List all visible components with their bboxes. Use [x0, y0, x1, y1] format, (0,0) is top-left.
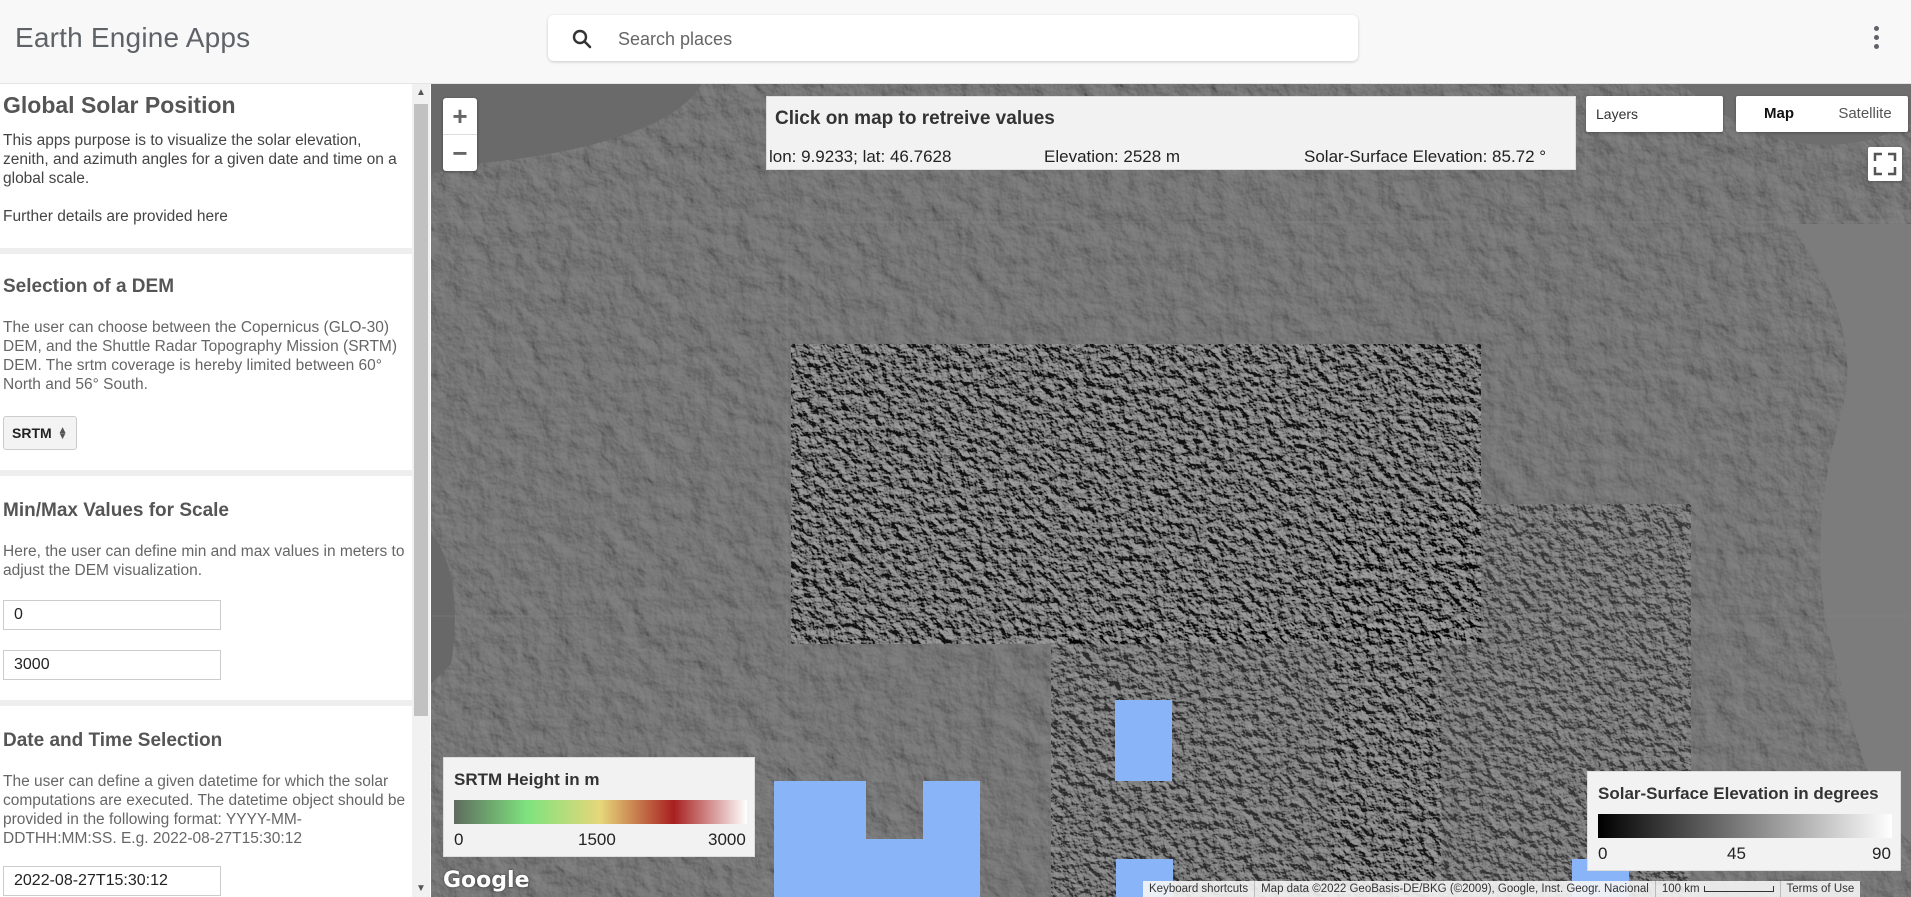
scrollbar-thumb[interactable]: [414, 104, 428, 716]
minmax-heading: Min/Max Values for Scale: [3, 500, 229, 521]
scroll-up-icon[interactable]: ▲: [416, 87, 426, 98]
dem-legend-tick-mid: 1500: [578, 830, 616, 849]
sidebar-scrollbar[interactable]: ▲ ▼: [412, 84, 430, 897]
terms-of-use-link[interactable]: Terms of Use: [1781, 881, 1861, 897]
solar-legend-tick-max: 90: [1872, 844, 1891, 863]
details-link[interactable]: Further details are provided here: [3, 207, 409, 226]
sidebar-content: Global Solar Position This apps purpose …: [0, 84, 412, 897]
map-data-text: Map data ©2022 GeoBasis-DE/BKG (©2009), …: [1255, 881, 1656, 897]
fullscreen-icon: [1873, 152, 1897, 176]
dem-legend-tick-max: 3000: [708, 830, 746, 849]
zoom-control: + −: [443, 98, 477, 171]
dem-section: Selection of a DEM The user can choose b…: [0, 254, 412, 476]
min-value-input[interactable]: [3, 600, 221, 630]
scale-label: 100 km: [1661, 883, 1700, 895]
dem-select-value: SRTM: [12, 425, 52, 441]
app-heading: Global Solar Position: [3, 92, 236, 118]
search-box[interactable]: [548, 15, 1358, 63]
dem-legend-tick-min: 0: [454, 830, 464, 849]
max-value-input[interactable]: [3, 650, 221, 680]
elevation-readout: Elevation: 2528 m: [1044, 147, 1181, 166]
more-options-icon[interactable]: [1868, 26, 1884, 52]
map-attribution: Keyboard shortcuts Map data ©2022 GeoBas…: [1143, 881, 1861, 897]
info-title: Click on map to retreive values: [775, 108, 1055, 129]
sidebar-panel: Global Solar Position This apps purpose …: [0, 84, 430, 897]
datetime-description: The user can define a given datetime for…: [3, 773, 406, 847]
search-icon[interactable]: [570, 27, 594, 51]
solar-elevation-readout: Solar-Surface Elevation: 85.72 °: [1304, 147, 1547, 166]
scale-indicator[interactable]: 100 km: [1656, 881, 1781, 897]
solar-legend-tick-mid: 45: [1727, 844, 1746, 863]
dem-legend-colorbar: [454, 800, 747, 824]
google-logo[interactable]: Google: [443, 868, 530, 893]
dem-select[interactable]: SRTM ▲ ▼: [3, 416, 77, 450]
dem-description: The user can choose between the Copernic…: [3, 319, 397, 393]
keyboard-shortcuts-link[interactable]: Keyboard shortcuts: [1143, 881, 1256, 897]
datetime-input[interactable]: [3, 866, 221, 896]
dem-heading: Selection of a DEM: [3, 276, 175, 297]
map-view[interactable]: + − Click on map to retreive values lon:…: [431, 84, 1911, 897]
dem-legend: SRTM Height in m 0 1500 3000: [443, 757, 755, 857]
datetime-section: Date and Time Selection The user can def…: [0, 706, 412, 897]
select-arrows-icon: ▲ ▼: [57, 425, 68, 443]
app-title[interactable]: Earth Engine Apps: [15, 22, 250, 54]
zoom-out-button[interactable]: −: [443, 134, 477, 171]
scale-bar-icon: [1703, 885, 1774, 892]
info-panel: Click on map to retreive values lon: 9.9…: [766, 96, 1576, 170]
zoom-in-button[interactable]: +: [443, 98, 477, 134]
dem-legend-title: SRTM Height in m: [454, 770, 600, 789]
minmax-description: Here, the user can define min and max va…: [3, 543, 405, 579]
minmax-section: Min/Max Values for Scale Here, the user …: [0, 476, 412, 706]
solar-legend-tick-min: 0: [1598, 844, 1608, 863]
fullscreen-button[interactable]: [1868, 147, 1902, 181]
solar-legend-title: Solar-Surface Elevation in degrees: [1598, 784, 1879, 803]
intro-description: This apps purpose is to visualize the so…: [3, 132, 397, 187]
solar-legend-colorbar: [1598, 814, 1892, 838]
scroll-down-icon[interactable]: ▼: [416, 883, 426, 894]
coords-readout: lon: 9.9233; lat: 46.7628: [769, 147, 952, 166]
map-type-control: Map Satellite: [1736, 96, 1908, 132]
map-type-satellite-button[interactable]: Satellite: [1822, 96, 1908, 132]
layers-dropdown[interactable]: Layers: [1586, 96, 1723, 132]
app-header: Earth Engine Apps: [0, 0, 1911, 84]
search-input[interactable]: [616, 15, 1340, 63]
datetime-heading: Date and Time Selection: [3, 730, 223, 751]
solar-legend: Solar-Surface Elevation in degrees 0 45 …: [1587, 771, 1901, 871]
intro-section: Global Solar Position This apps purpose …: [0, 84, 412, 254]
map-type-map-button[interactable]: Map: [1736, 96, 1822, 132]
